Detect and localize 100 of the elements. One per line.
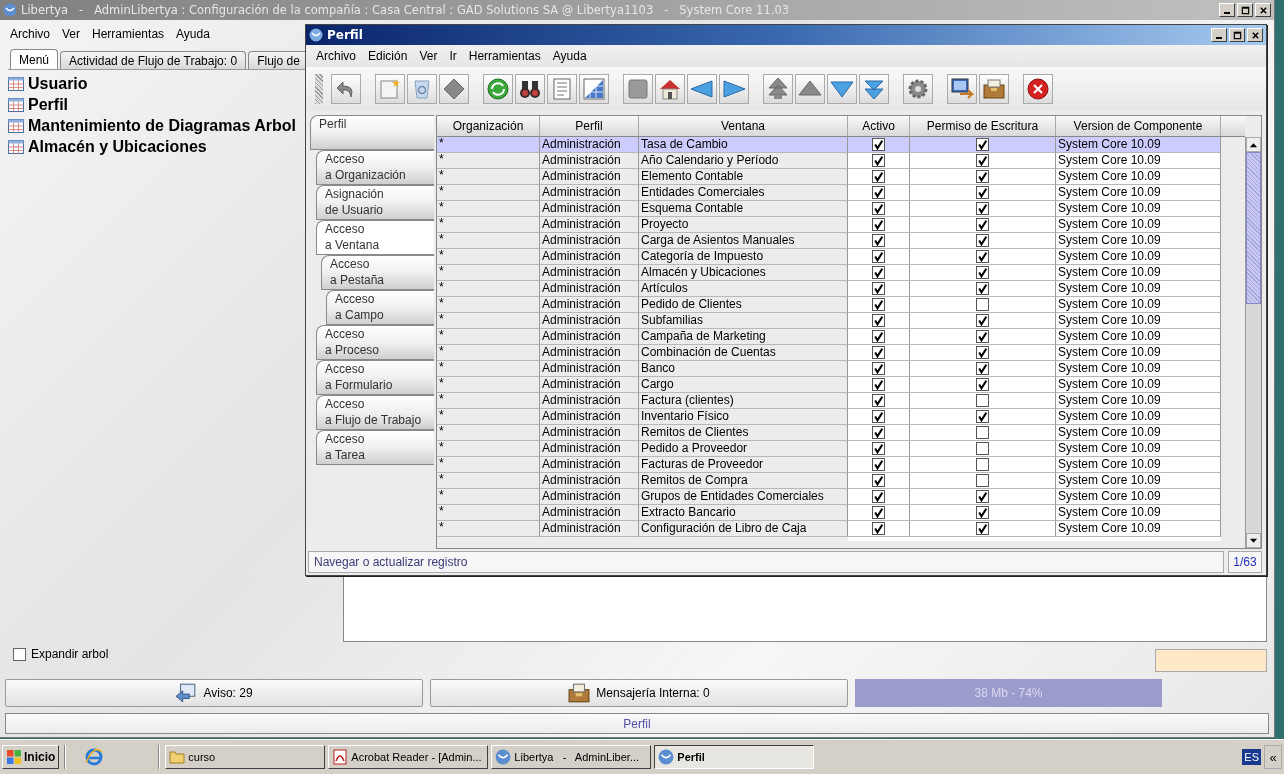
checkbox[interactable] (872, 234, 885, 247)
close-button[interactable] (1023, 74, 1053, 104)
scroll-thumb[interactable] (1246, 152, 1261, 304)
checkbox[interactable] (976, 474, 989, 487)
square-button[interactable] (623, 74, 653, 104)
taskbar-button[interactable]: Libertya - AdminLiber... (491, 745, 652, 769)
notice-button[interactable]: Aviso: 29 (5, 679, 423, 707)
checkbox[interactable] (976, 186, 989, 199)
side-tab[interactable]: Acceso a Organización (316, 150, 434, 185)
checkbox[interactable] (976, 266, 989, 279)
checkbox[interactable] (872, 202, 885, 215)
checkbox[interactable] (872, 506, 885, 519)
tree-item[interactable]: Mantenimiento de Diagramas Arbol (28, 116, 296, 135)
taskbar-button[interactable]: curso (165, 745, 326, 769)
side-tab[interactable]: Perfil (310, 115, 434, 150)
checkbox[interactable] (976, 330, 989, 343)
refresh-button[interactable] (483, 74, 513, 104)
right-triangle-button[interactable] (719, 74, 749, 104)
tab[interactable]: Menú (10, 49, 59, 69)
menu-item[interactable]: Herramientas (86, 27, 171, 41)
checkbox[interactable] (976, 170, 989, 183)
column-header[interactable]: Activo (848, 116, 910, 137)
column-header[interactable]: Organización (437, 116, 540, 137)
checkbox[interactable] (976, 202, 989, 215)
checkbox[interactable] (872, 474, 885, 487)
checkbox[interactable] (872, 394, 885, 407)
checkbox[interactable] (976, 506, 989, 519)
checkbox[interactable] (976, 522, 989, 535)
column-header[interactable]: Version de Componente (1056, 116, 1221, 137)
menu-item[interactable]: Archivo (310, 49, 362, 63)
taskbar-button[interactable]: Perfil (654, 745, 815, 769)
checkbox[interactable] (976, 394, 989, 407)
side-tab[interactable]: Acceso a Proceso (316, 325, 434, 360)
checkbox[interactable] (976, 378, 989, 391)
checkbox[interactable] (872, 218, 885, 231)
checkbox[interactable] (872, 250, 885, 263)
column-header[interactable]: Perfil (540, 116, 639, 137)
tray-collapse-button[interactable]: « (1264, 745, 1282, 769)
double-down-button[interactable] (859, 74, 889, 104)
briefcase-button[interactable] (979, 74, 1009, 104)
menu-item[interactable]: Ir (443, 49, 463, 63)
browser-icon[interactable] (85, 748, 104, 766)
side-tab[interactable]: Acceso a Campo (326, 290, 434, 325)
checkbox[interactable] (872, 298, 885, 311)
menu-item[interactable]: Ver (56, 27, 87, 41)
menu-item[interactable]: Archivo (4, 27, 56, 41)
column-header[interactable]: Ventana (639, 116, 848, 137)
checkbox[interactable] (976, 138, 989, 151)
checkbox[interactable] (872, 490, 885, 503)
tree-item[interactable]: Almacén y Ubicaciones (28, 137, 207, 156)
input-field[interactable] (1155, 649, 1267, 672)
menu-item[interactable]: Ver (413, 49, 444, 63)
checkbox[interactable] (976, 250, 989, 263)
taskbar-button[interactable]: Acrobat Reader - [Admin... (328, 745, 489, 769)
checkbox[interactable] (976, 490, 989, 503)
side-tab[interactable]: Acceso a Pestaña (321, 255, 434, 290)
checkbox[interactable] (976, 458, 989, 471)
menu-item[interactable]: Ayuda (170, 27, 216, 41)
left-triangle-button[interactable] (687, 74, 717, 104)
menu-item[interactable]: Edición (362, 49, 414, 63)
checkbox[interactable] (872, 346, 885, 359)
tab[interactable]: Actividad de Flujo de Trabajo: 0 (60, 51, 247, 69)
down-triangle-button[interactable] (827, 74, 857, 104)
undo-button[interactable] (331, 74, 361, 104)
checkbox[interactable] (872, 154, 885, 167)
checkbox[interactable] (872, 314, 885, 327)
checkbox[interactable] (872, 170, 885, 183)
checkbox[interactable] (976, 298, 989, 311)
checkbox[interactable] (976, 346, 989, 359)
side-tab[interactable]: Acceso a Formulario (316, 360, 434, 395)
column-header[interactable]: Permiso de Escritura (910, 116, 1056, 137)
binoculars-button[interactable] (515, 74, 545, 104)
menu-item[interactable]: Ayuda (546, 49, 593, 63)
menu-item[interactable]: Herramientas (462, 49, 547, 63)
grid-button[interactable] (579, 74, 609, 104)
checkbox[interactable] (976, 154, 989, 167)
checkbox[interactable] (872, 330, 885, 343)
checkbox[interactable] (872, 266, 885, 279)
double-up-button[interactable] (763, 74, 793, 104)
gear-button[interactable] (903, 74, 933, 104)
checkbox[interactable] (872, 442, 885, 455)
checkbox[interactable] (976, 362, 989, 375)
checkbox[interactable] (872, 410, 885, 423)
language-indicator[interactable]: ES (1242, 749, 1261, 765)
computer-button[interactable] (947, 74, 977, 104)
home-button[interactable] (655, 74, 685, 104)
side-tab[interactable]: Acceso a Ventana (316, 220, 434, 255)
checkbox[interactable] (872, 282, 885, 295)
checkbox[interactable] (872, 186, 885, 199)
checkbox[interactable] (976, 314, 989, 327)
checkbox[interactable] (872, 426, 885, 439)
messages-button[interactable]: Mensajería Interna: 0 (430, 679, 848, 707)
tree-item[interactable]: Perfil (28, 95, 68, 114)
checkbox[interactable] (976, 282, 989, 295)
tree-item[interactable]: Usuario (28, 74, 88, 93)
jar-button[interactable] (407, 74, 437, 104)
toolbar-grip[interactable] (315, 74, 323, 104)
side-tab[interactable]: Acceso a Flujo de Trabajo (316, 395, 434, 430)
checkbox[interactable] (872, 458, 885, 471)
diamond-button[interactable] (439, 74, 469, 104)
